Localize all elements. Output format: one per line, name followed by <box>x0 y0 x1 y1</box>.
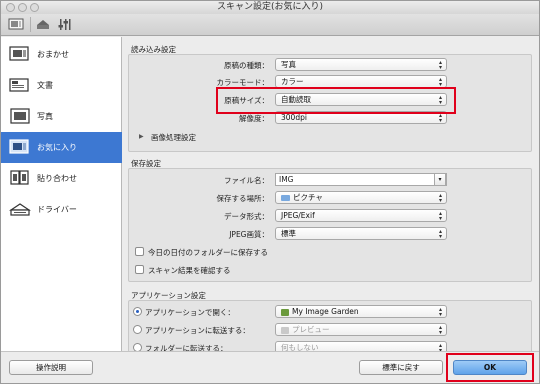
folder-icon <box>281 195 290 201</box>
open-with-app-label: アプリケーションで開く： <box>145 308 235 317</box>
sidebar-item-document[interactable]: 文書 <box>1 70 122 101</box>
disclosure-triangle-icon[interactable]: ▶ <box>139 133 144 140</box>
file-name-field[interactable]: IMG ▾ <box>275 173 447 186</box>
favorites-icon <box>8 137 32 157</box>
send-to-folder-radio[interactable] <box>133 343 142 351</box>
document-icon <box>8 75 32 95</box>
sidebar-item-auto[interactable]: おまかせ <box>1 39 122 70</box>
toolbar-separator <box>30 17 31 32</box>
jpeg-quality-select[interactable]: 標準 ▴ ▾ <box>275 227 447 240</box>
photo-icon <box>8 106 32 126</box>
save-in-date-folder-checkbox[interactable] <box>135 247 144 256</box>
stitch-icon <box>8 168 32 188</box>
window-title: スキャン設定(お気に入り) <box>216 2 324 12</box>
data-format-label: データ形式： <box>224 212 269 221</box>
sidebar-item-label: おまかせ <box>37 50 69 59</box>
save-in-date-folder-label: 今日の日付のフォルダーに保存する <box>148 248 268 257</box>
image-processing-toggle[interactable]: 画像処理設定 <box>151 132 196 143</box>
title-bar: スキャン設定(お気に入り) <box>1 1 539 14</box>
send-to-folder-select[interactable]: 何もしない ▴ ▾ <box>275 341 447 351</box>
preview-app-icon <box>281 326 289 334</box>
minimize-window-button[interactable] <box>18 3 27 12</box>
file-name-dropdown-button[interactable]: ▾ <box>434 173 446 186</box>
my-image-garden-icon <box>281 308 289 316</box>
sidebar-item-label: お気に入り <box>37 143 77 152</box>
sidebar-item-label: 写真 <box>37 112 53 121</box>
instructions-button[interactable]: 操作説明 <box>9 360 93 375</box>
scan-settings-window: スキャン設定(お気に入り) おまかせ 文書 写真 お気に入り 貼り合わせ ドライ… <box>0 0 540 384</box>
jpeg-quality-label: JPEG画質： <box>229 230 269 239</box>
settings-panel: 読み込み設定 原稿の種類： 写真 ▴ ▾ カラーモード： カラー ▴ ▾ 原稿サイズ： … <box>122 37 539 351</box>
sidebar-item-driver[interactable]: ドライバー <box>1 194 122 225</box>
save-settings-group: ファイル名： IMG ▾ 保存する場所： ピクチャ ▴ ▾ データ形式： JPEG/E… <box>128 168 532 282</box>
file-name-label: ファイル名： <box>224 176 269 185</box>
scanner-icon[interactable] <box>34 16 52 33</box>
restore-defaults-button[interactable]: 標準に戻す <box>359 360 443 375</box>
document-type-label: 原稿の種類： <box>224 61 269 70</box>
scan-settings-icon[interactable] <box>7 16 25 33</box>
app-settings-group: アプリケーションで開く： My Image Garden ▴ ▾ アプリケーションに… <box>128 300 532 351</box>
document-size-highlight <box>216 87 456 114</box>
save-location-label: 保存する場所： <box>216 194 270 203</box>
sidebar: おまかせ 文書 写真 お気に入り 貼り合わせ ドライバー <box>1 37 122 351</box>
sidebar-item-photo[interactable]: 写真 <box>1 101 122 132</box>
bottom-bar: 操作説明 標準に戻す OK <box>1 351 539 383</box>
sidebar-item-label: ドライバー <box>37 205 77 214</box>
confirm-results-checkbox[interactable] <box>135 265 144 274</box>
save-location-select[interactable]: ピクチャ ▴ ▾ <box>275 191 447 204</box>
send-to-app-select[interactable]: プレビュー ▴ ▾ <box>275 323 447 336</box>
resolution-label: 解像度： <box>239 114 269 123</box>
close-window-button[interactable] <box>6 3 15 12</box>
send-to-app-radio[interactable] <box>133 325 142 334</box>
send-to-app-label: アプリケーションに転送する： <box>145 326 250 335</box>
zoom-window-button[interactable] <box>30 3 39 12</box>
toolbar <box>1 14 539 36</box>
sidebar-item-label: 文書 <box>37 81 53 90</box>
document-type-select[interactable]: 写真 ▴ ▾ <box>275 58 447 71</box>
open-with-app-select[interactable]: My Image Garden ▴ ▾ <box>275 305 447 318</box>
confirm-results-label: スキャン結果を確認する <box>148 266 231 275</box>
sidebar-item-favorites[interactable]: お気に入り <box>1 132 122 163</box>
general-settings-icon[interactable] <box>56 16 74 33</box>
open-with-app-radio[interactable] <box>133 307 142 316</box>
sidebar-item-stitch[interactable]: 貼り合わせ <box>1 163 122 194</box>
sidebar-item-label: 貼り合わせ <box>37 174 77 183</box>
auto-scan-icon <box>8 44 32 64</box>
ok-button-highlight <box>446 353 534 382</box>
data-format-select[interactable]: JPEG/Exif ▴ ▾ <box>275 209 447 222</box>
driver-icon <box>8 199 32 219</box>
send-to-folder-label: フォルダーに転送する： <box>145 344 228 351</box>
